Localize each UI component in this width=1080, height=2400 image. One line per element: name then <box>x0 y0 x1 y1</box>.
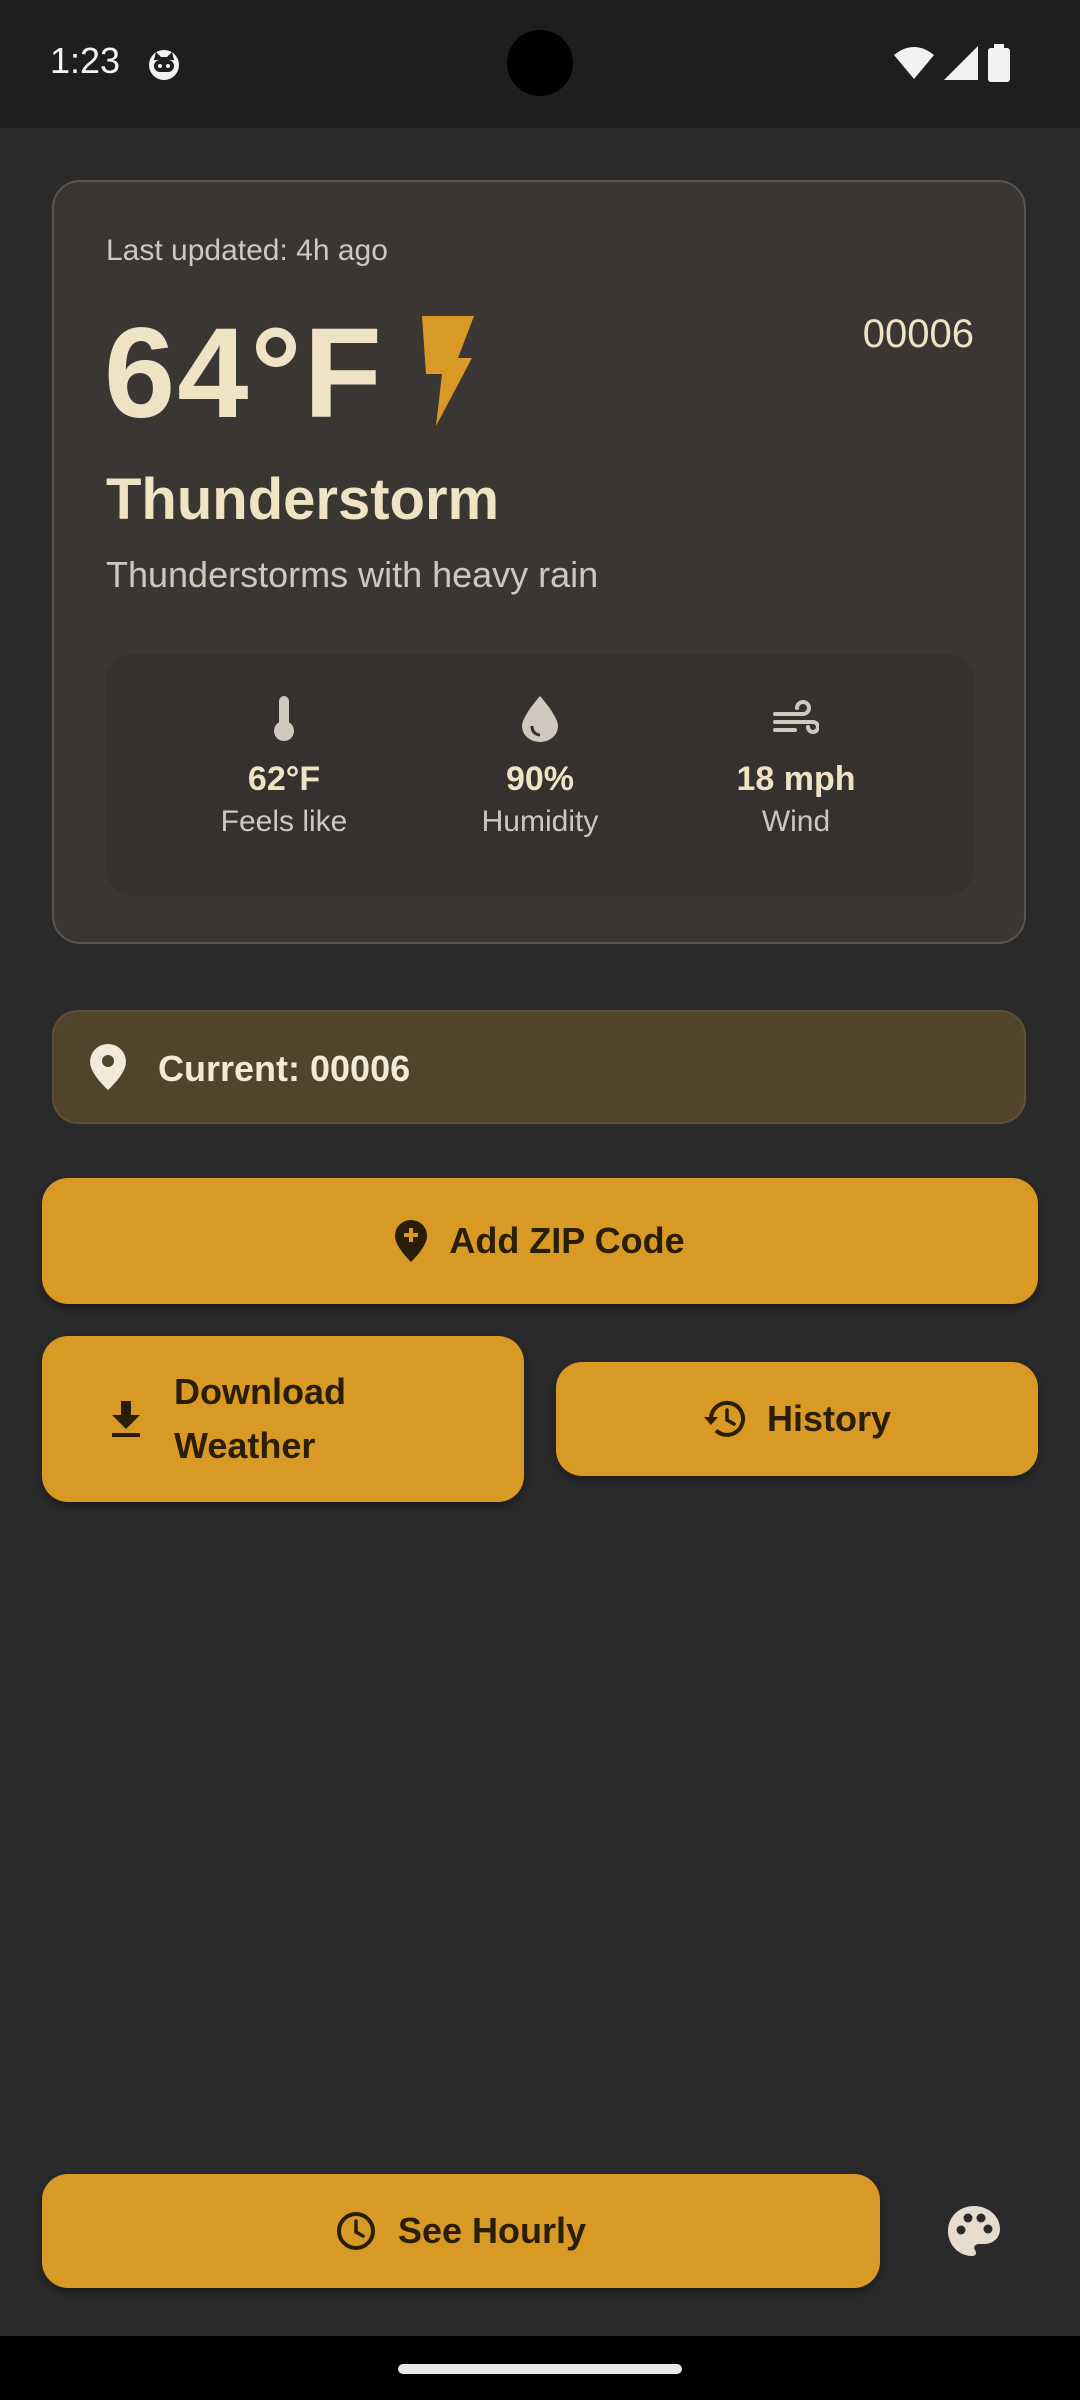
zip-code: 00006 <box>862 312 974 356</box>
wind-icon <box>773 700 819 734</box>
weather-card: Last updated: 4h ago 64°F 00006 Thunders… <box>52 180 1026 944</box>
add-zip-button[interactable]: Add ZIP Code <box>42 1178 1038 1304</box>
stat-value: 90% <box>505 760 575 798</box>
weather-stats: 62°F Feels like 90% Humidity 18 mph Wind <box>106 654 974 896</box>
wifi-icon <box>894 47 934 79</box>
battery-icon <box>988 44 1010 82</box>
stat-label: Feels like <box>220 805 348 838</box>
last-updated: Last updated: 4h ago <box>106 234 388 267</box>
current-location-label: Current: 00006 <box>158 1048 411 1089</box>
location-pin-icon <box>90 1044 126 1090</box>
camera-cutout <box>507 30 573 96</box>
lightning-bolt-icon <box>422 316 474 426</box>
screen: 1:23 Last updated: 4h ago 64°F 00006 Thu… <box>0 0 1080 2400</box>
download-icon <box>112 1401 140 1437</box>
status-time: 1:23 <box>50 40 121 81</box>
see-hourly-label: See Hourly <box>397 2210 587 2251</box>
stat-label: Wind <box>761 805 831 838</box>
water-drop-icon <box>522 696 558 742</box>
clock-icon <box>336 2212 375 2250</box>
see-hourly-button[interactable]: See Hourly <box>42 2174 880 2288</box>
history-label: History <box>766 1398 892 1439</box>
stat-value: 62°F <box>247 760 321 798</box>
stat-humidity: 90% Humidity <box>420 696 660 839</box>
history-icon <box>703 1400 745 1437</box>
add-location-icon <box>395 1220 428 1262</box>
cat-notification-icon <box>149 50 179 80</box>
stat-label: Humidity <box>481 805 599 838</box>
history-button[interactable]: History <box>556 1362 1038 1476</box>
status-bar: 1:23 <box>0 0 1080 128</box>
stat-wind: 18 mph Wind <box>676 696 916 839</box>
weather-description: Thunderstorms with heavy rain <box>106 554 599 595</box>
home-gesture-handle[interactable] <box>398 2364 682 2374</box>
palette-icon[interactable] <box>946 2204 1002 2260</box>
download-weather-label: Download Weather <box>174 1371 346 1466</box>
add-zip-label: Add ZIP Code <box>449 1220 685 1261</box>
current-location-chip[interactable]: Current: 00006 <box>52 1010 1026 1124</box>
signal-icon <box>944 46 978 80</box>
download-weather-button[interactable]: Download Weather <box>42 1336 524 1502</box>
thermometer-icon <box>274 696 294 741</box>
stat-value: 18 mph <box>736 760 856 798</box>
status-icons <box>894 44 1010 82</box>
navigation-bar <box>0 2336 1080 2400</box>
stat-feels-like: 62°F Feels like <box>164 696 404 839</box>
weather-condition: Thunderstorm <box>106 467 500 532</box>
temperature: 64°F <box>104 302 384 445</box>
